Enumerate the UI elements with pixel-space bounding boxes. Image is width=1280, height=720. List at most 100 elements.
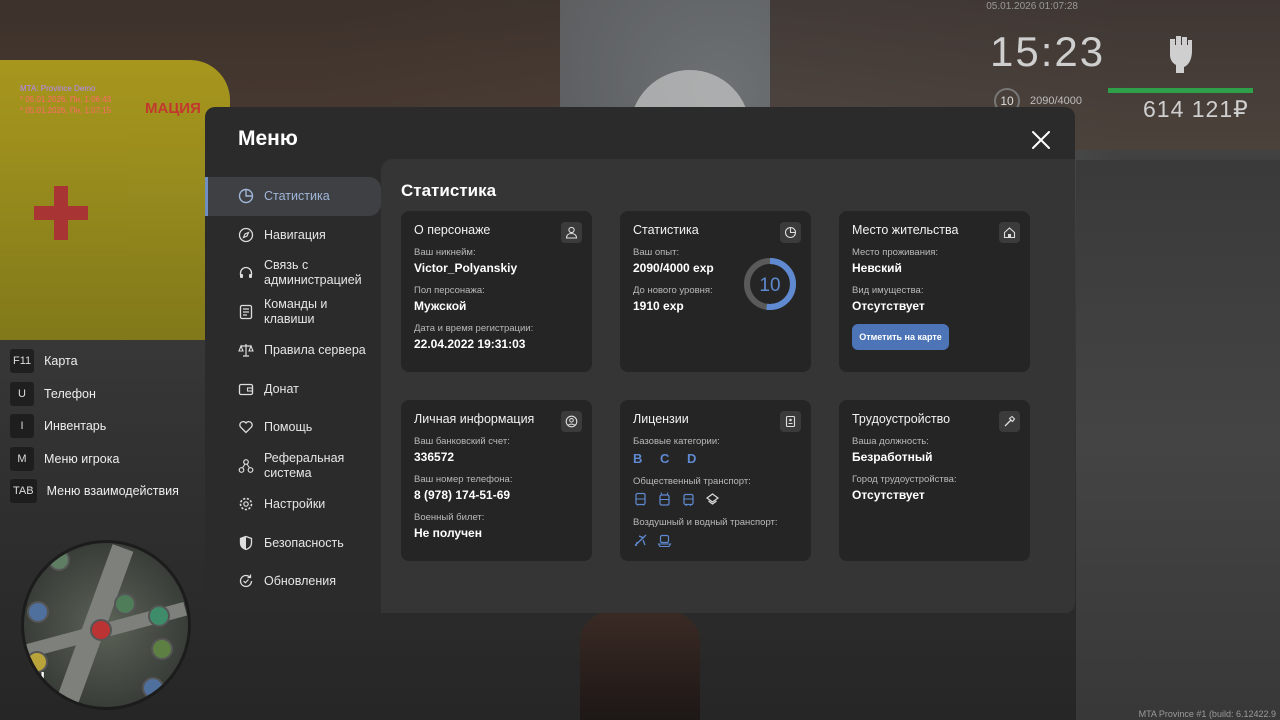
log-line: * 05.01.2026, Пн, 1:06:43 <box>20 95 112 104</box>
sidebar-item-navigation[interactable]: Навигация <box>205 216 381 255</box>
nickname-value: Victor_Polyanskiy <box>414 261 518 275</box>
field-label: Пол персонажа: <box>414 285 485 296</box>
card-statistics: Статистика Ваш опыт: 2090/4000 exp До но… <box>620 211 811 372</box>
headset-icon <box>239 267 253 279</box>
card-title: Лицензии <box>633 412 689 426</box>
bus-icon <box>142 677 164 699</box>
card-licenses: Лицензии Базовые категории: B C D Общест… <box>620 400 811 561</box>
page-title: Статистика <box>401 181 497 200</box>
field-label: Город трудоустройства: <box>852 474 957 485</box>
close-icon[interactable] <box>1030 129 1052 151</box>
hud-money: 614 121₽ <box>1143 96 1249 122</box>
sidebar-item-rules[interactable]: Правила сервера <box>205 331 381 370</box>
hotkey-label: Инвентарь <box>44 419 107 434</box>
gender-value: Мужской <box>414 299 467 313</box>
card-personal-info: Личная информация Ваш банковский счет: 3… <box>401 400 592 561</box>
hotkey-key: I <box>10 414 34 439</box>
user-icon <box>561 222 582 243</box>
keyboard-icon <box>239 304 253 319</box>
boat-icon <box>657 534 672 548</box>
menu-window: Меню Статистика Навигация Связь с админи… <box>205 107 1075 613</box>
sidebar-item-label: Команды и клавиши <box>264 296 328 326</box>
mark-on-map-button[interactable]: Отметить на карте <box>852 324 949 350</box>
sidebar-item-label: Настройки <box>264 497 326 512</box>
sidebar-item-label: Донат <box>264 381 299 396</box>
wallet-icon <box>238 383 254 395</box>
hud-clock: 15:23 <box>990 28 1106 75</box>
hotkey-label: Меню взаимодействия <box>46 484 179 499</box>
card-title: Статистика <box>633 223 699 237</box>
field-label: Место проживания: <box>852 247 939 258</box>
hotkey-map[interactable]: F11 Карта <box>10 345 179 378</box>
sidebar-item-label: Реферальная система <box>264 450 345 480</box>
sidebar-item-label: Обновления <box>264 574 336 589</box>
field-label: Ваш банковский счет: <box>414 436 510 447</box>
hotkey-inventory[interactable]: I Инвентарь <box>10 410 179 443</box>
heart-hand-icon <box>239 421 253 434</box>
registration-value: 22.04.2022 19:31:03 <box>414 337 526 351</box>
target-icon <box>151 638 173 660</box>
hotkey-key: F11 <box>10 349 35 374</box>
home-icon <box>999 222 1020 243</box>
minimap[interactable]: N <box>21 540 191 710</box>
hud-datetime: 05.01.2026 01:07:28 <box>986 1 1078 12</box>
sidebar-item-donate[interactable]: Донат <box>205 370 381 409</box>
sidebar-item-commands[interactable]: Команды и клавиши <box>205 293 381 332</box>
hotkey-key: M <box>10 446 34 471</box>
sidebar-item-updates[interactable]: Обновления <box>205 562 381 601</box>
fist-icon <box>1170 36 1192 73</box>
menu-title: Меню <box>238 127 298 150</box>
field-label: Базовые категории: <box>633 436 720 447</box>
referral-icon <box>238 458 254 473</box>
sidebar-item-help[interactable]: Помощь <box>205 408 381 447</box>
residence-value: Невский <box>852 261 902 275</box>
player-marker-icon <box>90 619 112 641</box>
minimap-north: N <box>32 669 45 689</box>
sidebar-item-settings[interactable]: Настройки <box>205 485 381 524</box>
sidebar-item-label: Связь с администрацией <box>264 258 362 288</box>
ambulance-label: МАЦИЯ <box>145 100 201 117</box>
sidebar-item-security[interactable]: Безопасность <box>205 524 381 563</box>
sidebar-item-statistics[interactable]: Статистика <box>205 177 381 216</box>
trolleybus-icon <box>659 492 670 506</box>
chart-pie-icon <box>238 189 254 204</box>
bus-icon <box>635 492 646 506</box>
hotkey-interaction-menu[interactable]: TAB Меню взаимодействия <box>10 475 179 508</box>
license-categories: B C D <box>633 451 704 466</box>
hud-exp: 2090/4000 <box>1030 95 1082 107</box>
shop-icon <box>27 601 49 623</box>
sidebar-item-referral[interactable]: Реферальная система <box>205 447 381 486</box>
id-card-icon <box>780 411 801 432</box>
hammer-icon <box>999 411 1020 432</box>
server-name: MTA: Province Demo <box>20 84 96 93</box>
chart-pie-icon <box>780 222 801 243</box>
user-circle-icon <box>561 411 582 432</box>
hotkey-key: TAB <box>10 479 37 504</box>
sidebar-item-admin-contact[interactable]: Связь с администрацией <box>205 254 381 293</box>
field-label: Воздушный и водный транспорт: <box>633 517 778 528</box>
sidebar-item-label: Безопасность <box>264 535 344 550</box>
level-progress-ring: 10 <box>744 258 796 310</box>
work-city-value: Отсутствует <box>852 488 925 502</box>
hotkey-player-menu[interactable]: M Меню игрока <box>10 443 179 476</box>
build-info: MTA Province #1 (build: 6.12422.9 <box>1138 709 1276 719</box>
field-label: Ваш номер телефона: <box>414 474 513 485</box>
field-label: Ваш никнейм: <box>414 247 476 258</box>
card-character: О персонаже Ваш никнейм: Victor_Polyansk… <box>401 211 592 372</box>
air-water-licenses <box>633 533 798 548</box>
shield-icon <box>239 535 253 550</box>
hotkey-label: Карта <box>44 354 78 369</box>
background-street <box>1076 160 1280 720</box>
bank-account-value: 336572 <box>414 450 455 464</box>
refresh-icon <box>239 574 253 588</box>
sidebar-item-label: Навигация <box>264 227 326 242</box>
sidebar: Статистика Навигация Связь с администрац… <box>205 177 381 601</box>
field-label: Ваша должность: <box>852 436 929 447</box>
tram-icon <box>683 493 694 507</box>
military-id-value: Не получен <box>414 526 482 540</box>
hotkey-phone[interactable]: U Телефон <box>10 378 179 411</box>
house-icon <box>114 593 136 615</box>
scales-icon <box>238 344 254 357</box>
card-title: Трудоустройство <box>852 412 951 426</box>
hotkey-key: U <box>10 381 34 406</box>
